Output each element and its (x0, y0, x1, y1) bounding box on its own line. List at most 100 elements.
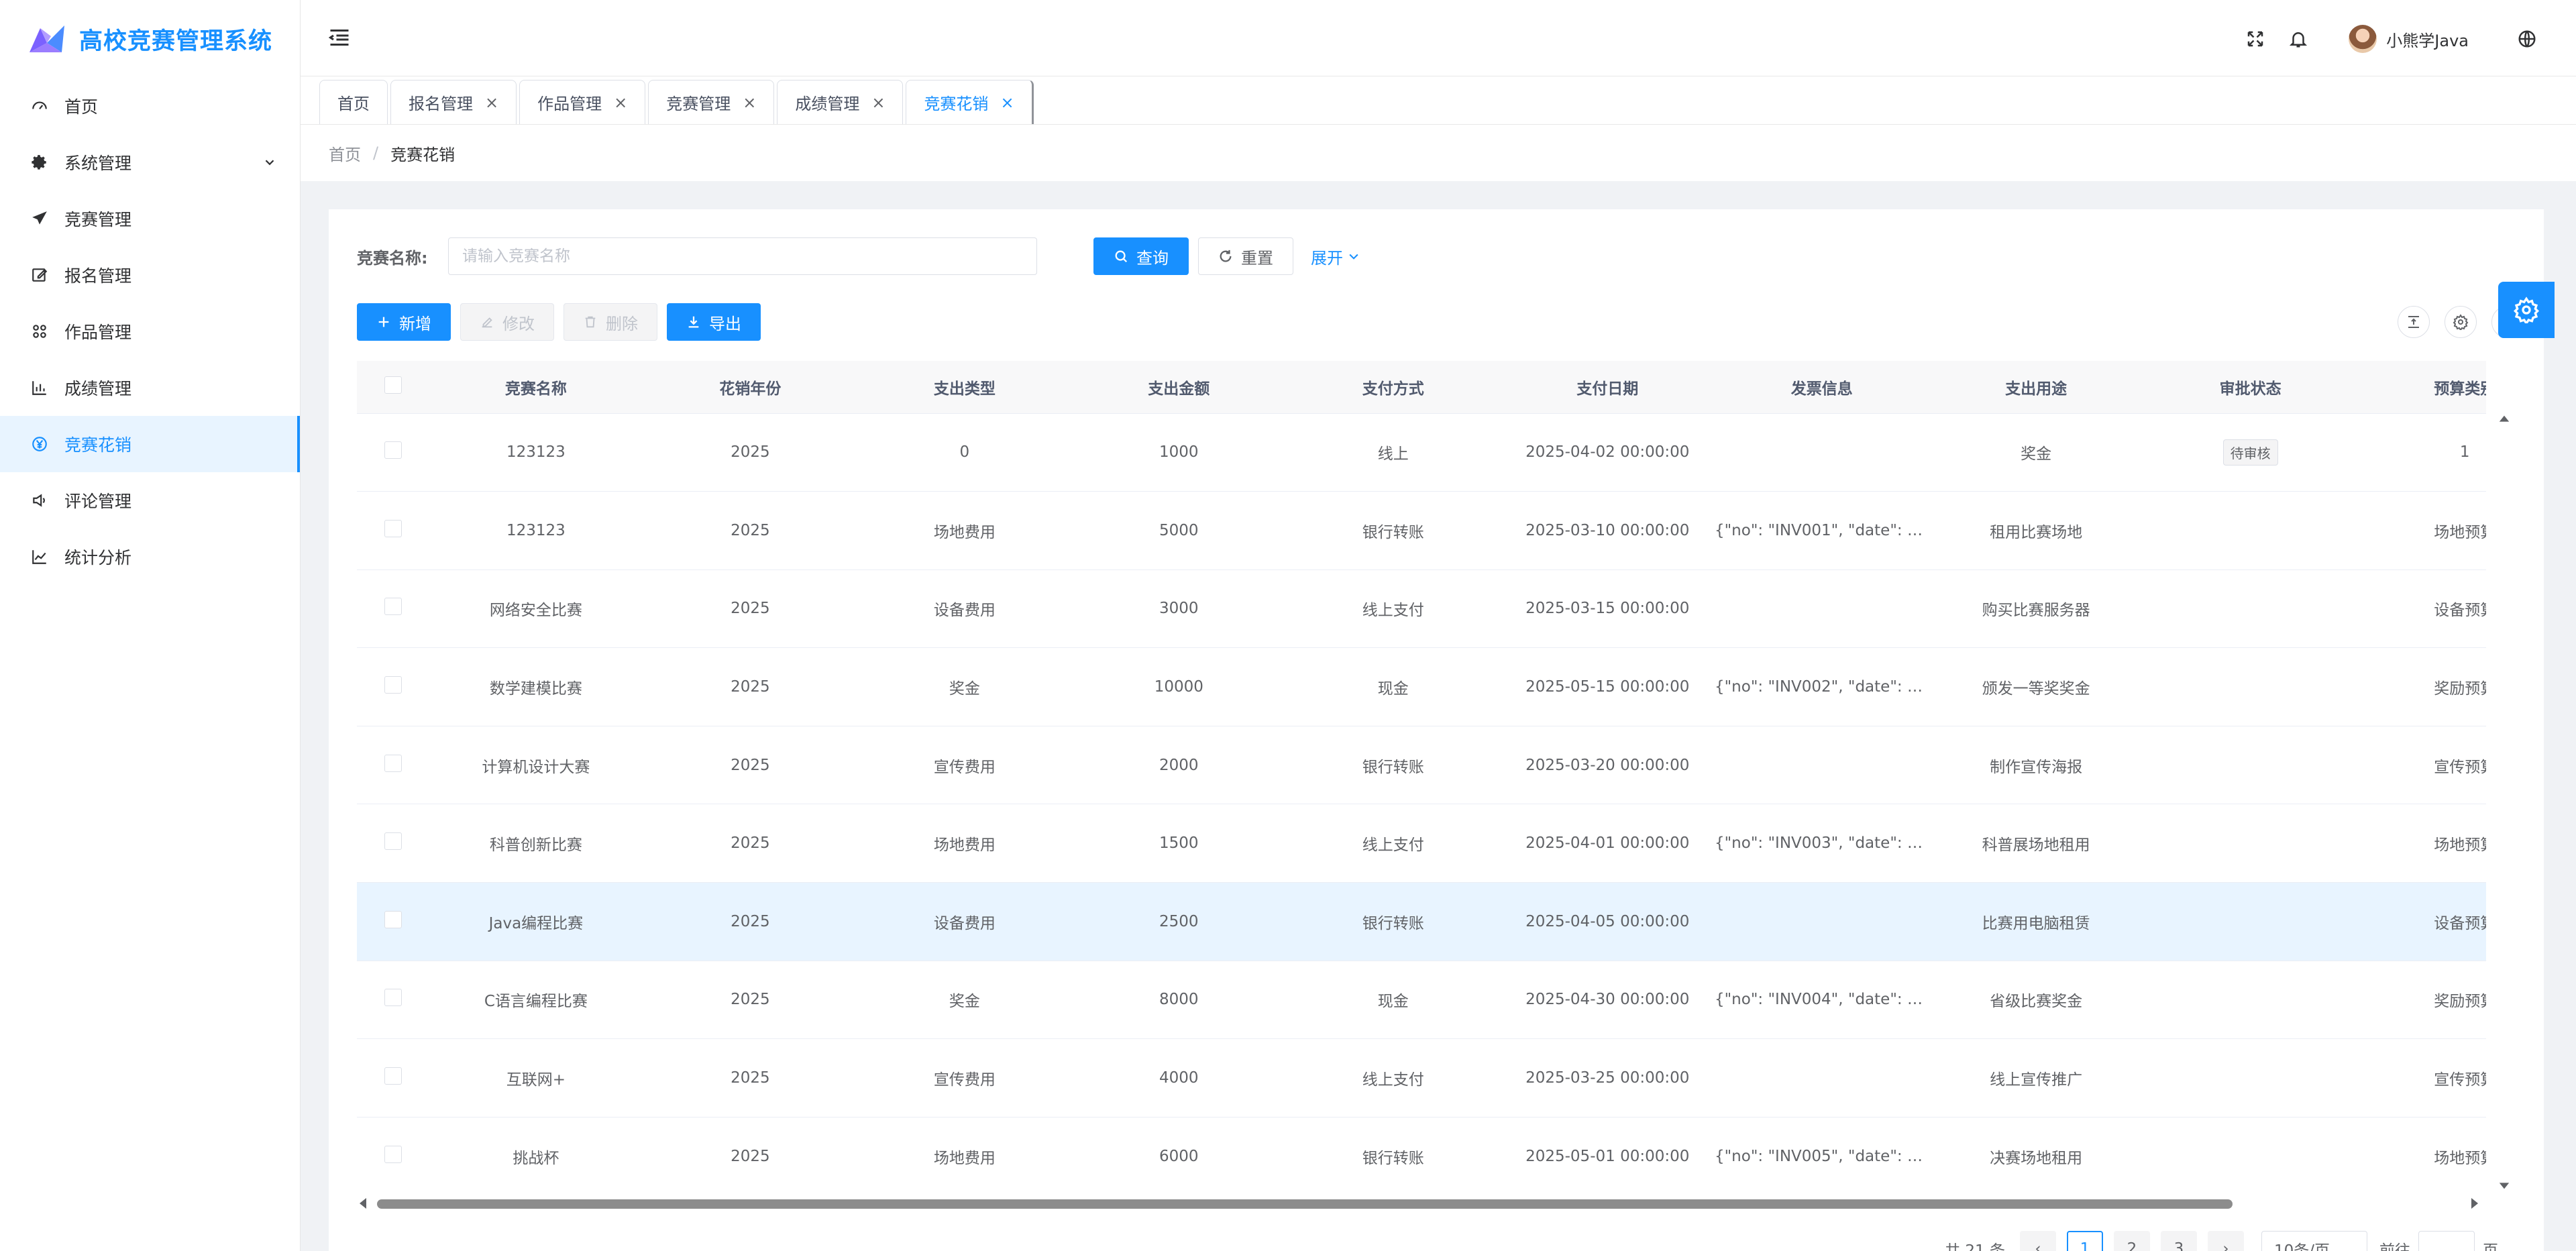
sidebar-item-home[interactable]: 首页 (0, 78, 300, 134)
table-cell: {"no": "INV001", "date": "... (1714, 491, 1929, 570)
tab-home[interactable]: 首页 (319, 80, 388, 124)
row-checkbox[interactable] (384, 1145, 402, 1163)
globe-icon[interactable] (2516, 28, 2538, 50)
row-select-cell[interactable] (357, 1117, 429, 1179)
table-cell: 123123 (429, 491, 643, 570)
row-select-cell[interactable] (357, 961, 429, 1040)
table-cell (2143, 882, 2358, 961)
scroll-right-arrow-icon[interactable] (2467, 1197, 2481, 1210)
row-checkbox[interactable] (384, 989, 402, 1007)
row-select-cell[interactable] (357, 882, 429, 961)
table-row[interactable]: 挑战杯 2025 场地费用 6000 银行转账 2025-05-01 00:00:00 {"… (357, 1117, 2486, 1179)
column-settings-button[interactable] (2445, 306, 2477, 338)
sidebar-item-comments[interactable]: 评论管理 (0, 472, 300, 529)
table-row[interactable]: 数学建模比赛 2025 奖金 10000 现金 2025-05-15 00:00:00 {"… (357, 647, 2486, 726)
tab-registration[interactable]: 报名管理 × (390, 80, 517, 124)
page-button[interactable]: 3 (2161, 1231, 2197, 1251)
sidebar-item-statistics[interactable]: 统计分析 (0, 529, 300, 585)
table-row[interactable]: 计算机设计大赛 2025 宣传费用 2000 银行转账 2025-03-20 00:00:… (357, 726, 2486, 805)
column-header: 审批状态 (2143, 361, 2358, 414)
tab-scores[interactable]: 成绩管理 × (777, 80, 904, 124)
username[interactable]: 小熊学Java (2386, 28, 2469, 51)
breadcrumb-home[interactable]: 首页 (329, 142, 361, 165)
row-select-cell[interactable] (357, 491, 429, 570)
tab-expenses[interactable]: 竞赛花销 × (906, 80, 1034, 124)
export-button[interactable]: 导出 (667, 303, 761, 341)
sidebar-item-competition[interactable]: 竞赛管理 (0, 191, 300, 247)
sidebar-item-works[interactable]: 作品管理 (0, 303, 300, 360)
table-row[interactable]: 123123 2025 0 1000 线上 2025-04-02 00:00:00 奖金 待审… (357, 413, 2486, 492)
row-checkbox[interactable] (384, 754, 402, 772)
delete-button[interactable]: 删除 (564, 303, 657, 341)
tab-competition[interactable]: 竞赛管理 × (648, 80, 775, 124)
row-select-cell[interactable] (357, 413, 429, 492)
edit-icon (30, 265, 50, 285)
table-cell: 购买比赛服务器 (1929, 569, 2143, 649)
goto-page-input[interactable] (2418, 1231, 2475, 1251)
table-row[interactable]: C语言编程比赛 2025 奖金 8000 现金 2025-04-30 00:00:00 {"… (357, 961, 2486, 1040)
expand-button[interactable]: 展开 (1303, 237, 1368, 275)
expand-button-label: 展开 (1311, 248, 1343, 268)
close-icon[interactable]: × (871, 93, 885, 112)
row-checkbox[interactable] (384, 519, 402, 537)
logo[interactable]: 高校竞赛管理系统 (0, 0, 300, 78)
row-checkbox[interactable] (384, 441, 402, 459)
reset-button[interactable]: 重置 (1198, 237, 1293, 275)
toggle-search-button[interactable] (2398, 306, 2430, 338)
vertical-align-icon (2408, 316, 2419, 328)
edit-button[interactable]: 修改 (460, 303, 554, 341)
table-vertical-scrollbar[interactable] (2498, 413, 2510, 1191)
table-cell: 挑战杯 (429, 1117, 643, 1179)
prev-page-button[interactable]: ‹ (2020, 1231, 2056, 1251)
collapse-menu-icon[interactable] (327, 25, 352, 50)
row-select-cell[interactable] (357, 569, 429, 649)
row-checkbox[interactable] (384, 598, 402, 616)
bell-icon[interactable] (2287, 28, 2310, 50)
table-horizontal-scrollbar[interactable] (357, 1195, 2481, 1211)
table-cell: 奖金 (1929, 413, 2143, 492)
scroll-left-arrow-icon[interactable] (357, 1197, 370, 1210)
table-cell: 2025 (643, 804, 858, 883)
avatar[interactable] (2349, 25, 2377, 53)
sidebar-item-scores[interactable]: 成绩管理 (0, 360, 300, 416)
next-page-button[interactable]: › (2208, 1231, 2244, 1251)
row-select-cell[interactable] (357, 726, 429, 805)
row-checkbox[interactable] (384, 676, 402, 694)
row-select-cell[interactable] (357, 647, 429, 726)
table-row[interactable]: 互联网+ 2025 宣传费用 4000 线上支付 2025-03-25 00:00:00 线… (357, 1038, 2486, 1118)
fullscreen-icon[interactable] (2244, 28, 2267, 50)
tab-works[interactable]: 作品管理 × (519, 80, 646, 124)
sidebar-item-expenses[interactable]: 竞赛花销 (0, 416, 300, 472)
scroll-up-arrow-icon[interactable] (2498, 413, 2510, 425)
search-button[interactable]: 查询 (1093, 237, 1189, 275)
page-button[interactable]: 2 (2114, 1231, 2150, 1251)
scrollbar-thumb[interactable] (377, 1199, 2233, 1209)
sidebar-item-system[interactable]: 系统管理 (0, 134, 300, 191)
search-input[interactable] (448, 237, 1037, 275)
table-cell: 线上宣传推广 (1929, 1038, 2143, 1118)
row-select-cell[interactable] (357, 804, 429, 883)
close-icon[interactable]: × (743, 93, 756, 112)
row-checkbox[interactable] (384, 1067, 402, 1085)
settings-panel-button[interactable] (2498, 282, 2555, 338)
table-row[interactable]: 网络安全比赛 2025 设备费用 3000 线上支付 2025-03-15 00:00:0… (357, 569, 2486, 649)
add-button[interactable]: 新增 (357, 303, 451, 341)
sidebar-item-label: 评论管理 (64, 492, 132, 511)
sidebar-item-registration[interactable]: 报名管理 (0, 247, 300, 303)
table-row[interactable]: Java编程比赛 2025 设备费用 2500 银行转账 2025-04-05 00:00… (357, 882, 2486, 961)
row-checkbox[interactable] (384, 832, 402, 851)
table-row[interactable]: 123123 2025 场地费用 5000 银行转账 2025-03-10 00:00:0… (357, 491, 2486, 570)
select-all-checkbox[interactable] (384, 376, 402, 394)
table-cell: 宣传预算 (2357, 1038, 2486, 1118)
table-row[interactable]: 科普创新比赛 2025 场地费用 1500 线上支付 2025-04-01 00:00:0… (357, 804, 2486, 883)
page-button[interactable]: 1 (2067, 1231, 2103, 1251)
page-size-select[interactable]: 10条/页 (2261, 1231, 2367, 1251)
table-cell: C语言编程比赛 (429, 961, 643, 1040)
close-icon[interactable]: × (614, 93, 627, 112)
close-icon[interactable]: × (1000, 93, 1014, 112)
select-all-cell[interactable] (357, 361, 429, 414)
row-select-cell[interactable] (357, 1038, 429, 1118)
close-icon[interactable]: × (485, 93, 498, 112)
scroll-down-arrow-icon[interactable] (2498, 1179, 2510, 1191)
row-checkbox[interactable] (384, 910, 402, 928)
